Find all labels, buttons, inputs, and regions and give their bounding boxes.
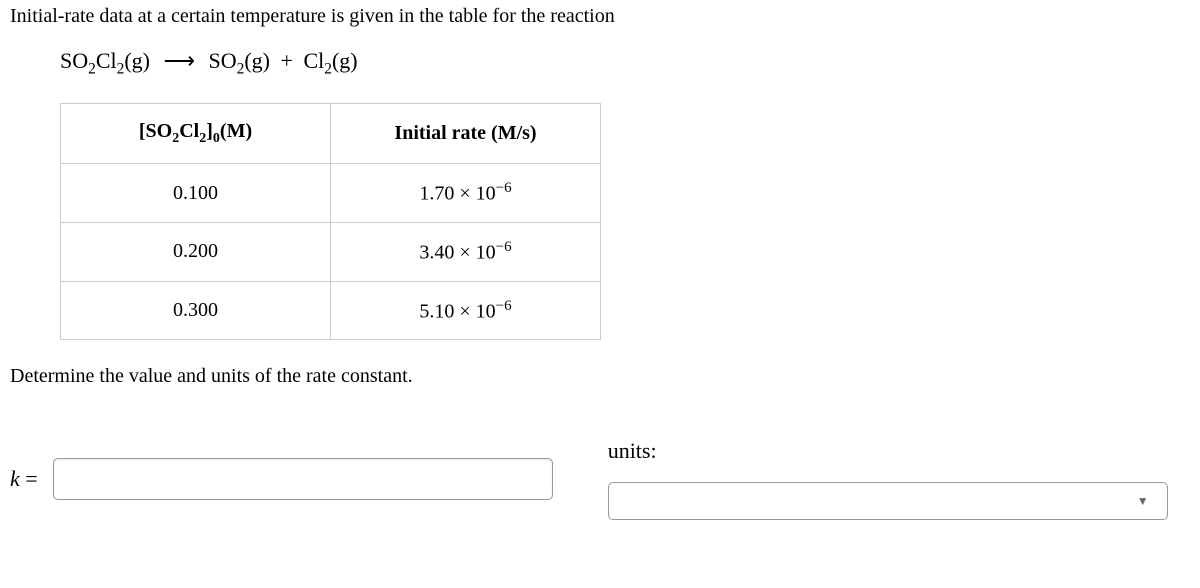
rate-data-table: [SO2Cl2]0(M) Initial rate (M/s) 0.100 1.… bbox=[60, 103, 601, 340]
product-so2: SO2(g) bbox=[209, 48, 270, 73]
answer-section: k = units: ▼ bbox=[10, 438, 1190, 520]
table-header-concentration: [SO2Cl2]0(M) bbox=[61, 104, 331, 164]
reaction-equation: SO2Cl2(g) ⟶ SO2(g) + Cl2(g) bbox=[60, 48, 1190, 78]
plus-sign: + bbox=[276, 48, 298, 73]
units-dropdown[interactable]: ▼ bbox=[608, 482, 1168, 520]
table-row: 0.200 3.40 × 10−6 bbox=[61, 223, 601, 282]
units-label: units: bbox=[608, 438, 1168, 464]
table-row: 0.100 1.70 × 10−6 bbox=[61, 164, 601, 223]
instruction-text: Determine the value and units of the rat… bbox=[10, 365, 1190, 388]
rate-cell: 3.40 × 10−6 bbox=[331, 223, 601, 282]
intro-text: Initial-rate data at a certain temperatu… bbox=[10, 5, 1190, 28]
chevron-down-icon: ▼ bbox=[1137, 494, 1149, 509]
k-label: k = bbox=[10, 466, 38, 492]
arrow-icon: ⟶ bbox=[155, 48, 203, 73]
table-header-rate: Initial rate (M/s) bbox=[331, 104, 601, 164]
rate-constant-input[interactable] bbox=[53, 458, 553, 500]
product-cl2: Cl2(g) bbox=[303, 48, 357, 73]
concentration-cell: 0.200 bbox=[61, 223, 331, 282]
rate-cell: 1.70 × 10−6 bbox=[331, 164, 601, 223]
concentration-cell: 0.100 bbox=[61, 164, 331, 223]
reactant-so: SO2Cl2(g) bbox=[60, 48, 150, 73]
rate-cell: 5.10 × 10−6 bbox=[331, 281, 601, 340]
concentration-cell: 0.300 bbox=[61, 281, 331, 340]
table-row: 0.300 5.10 × 10−6 bbox=[61, 281, 601, 340]
